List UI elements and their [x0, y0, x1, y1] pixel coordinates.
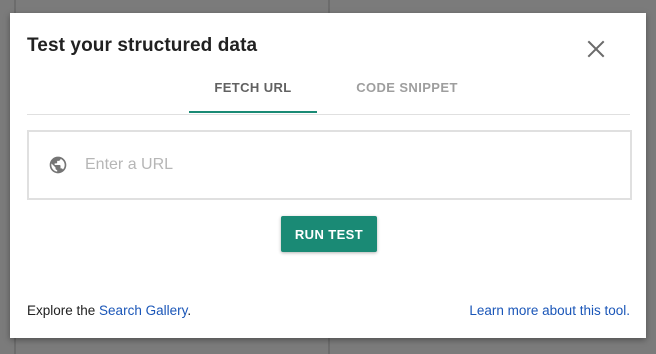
dialog-title: Test your structured data [27, 35, 258, 56]
explore-prefix: Explore the [27, 303, 100, 318]
explore-text: Explore the Search Gallery. [27, 303, 191, 318]
url-input[interactable] [85, 152, 605, 178]
learn-more-text: Learn more about this tool. [469, 303, 630, 318]
tab-code-snippet[interactable]: CODE SNIPPET [327, 73, 487, 113]
search-gallery-link[interactable]: Search Gallery [99, 303, 187, 318]
learn-more-suffix: . [626, 303, 630, 318]
learn-more-link[interactable]: Learn more about this tool [469, 303, 626, 318]
test-structured-data-dialog: Test your structured data FETCH URL CODE… [10, 13, 646, 338]
url-field-container[interactable] [27, 130, 632, 200]
globe-icon [49, 156, 67, 174]
explore-suffix: . [187, 303, 192, 318]
run-test-button[interactable]: RUN TEST [281, 216, 377, 252]
tab-bar: FETCH URL CODE SNIPPET [27, 73, 630, 115]
close-icon [587, 40, 605, 58]
close-button[interactable] [584, 37, 608, 61]
tab-fetch-url[interactable]: FETCH URL [189, 73, 317, 113]
